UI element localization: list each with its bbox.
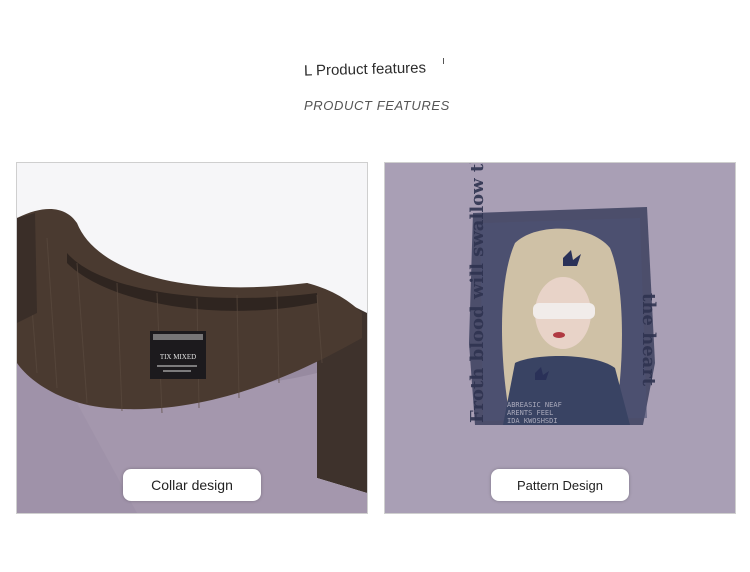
- collar-photo: TIX MIXED: [17, 163, 367, 513]
- header-title: L Product features: [303, 59, 427, 80]
- collar-design-caption: Collar design: [123, 469, 261, 501]
- neck-label-text: TIX MIXED: [160, 353, 196, 361]
- header-subtitle: PRODUCT FEATURES: [304, 98, 450, 113]
- pattern-design-caption: Pattern Design: [491, 469, 629, 501]
- header-tick: [443, 58, 444, 64]
- collar-design-panel: TIX MIXED Collar design: [16, 162, 368, 514]
- svg-text:the heart: the heart: [638, 293, 659, 387]
- svg-text:IDA KWOSHSDI: IDA KWOSHSDI: [507, 417, 558, 425]
- svg-text:ARENTS FEEL: ARENTS FEEL: [507, 409, 553, 417]
- print-text: Froth blood will swallow the heart: [467, 163, 488, 423]
- svg-text:ABREASIC NEAF: ABREASIC NEAF: [507, 401, 562, 409]
- pattern-design-panel: Froth blood will swallow the heart the h…: [384, 162, 736, 514]
- pattern-photo: Froth blood will swallow the heart the h…: [385, 163, 735, 513]
